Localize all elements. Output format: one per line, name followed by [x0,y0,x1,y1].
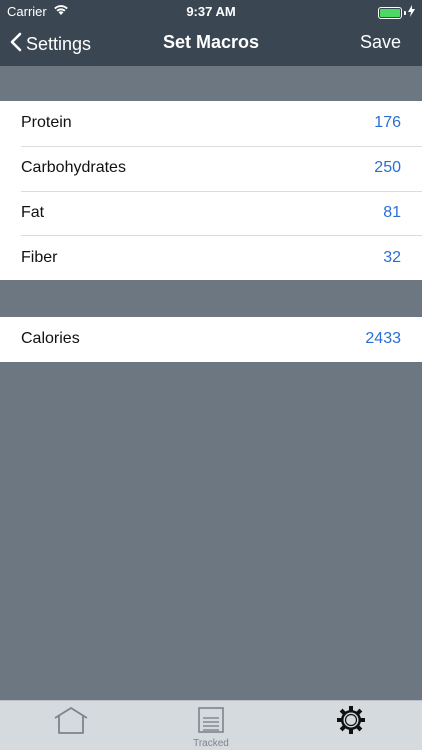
macro-row-protein[interactable]: Protein 176 [0,101,422,146]
macro-label: Fat [21,203,45,221]
tab-home[interactable] [31,701,111,750]
macro-label: Protein [21,114,72,132]
calories-row[interactable]: Calories 2433 [0,317,422,362]
battery-icon [378,6,402,19]
charging-icon [408,5,415,20]
calories-label: Calories [21,330,80,348]
tab-bar: Tracked [0,700,422,750]
status-bar: Carrier 9:37 AM [0,0,422,22]
tab-settings[interactable] [311,701,391,750]
tab-tracked[interactable]: Tracked [171,701,251,750]
macro-value[interactable]: 250 [374,159,401,177]
battery-fill [380,8,400,17]
save-button[interactable]: Save [360,32,401,53]
macro-row-carbohydrates[interactable]: Carbohydrates 250 [0,145,422,191]
macro-label: Fiber [21,248,58,266]
macro-value[interactable]: 81 [383,204,401,222]
tab-tracked-label: Tracked [193,738,229,749]
navigation-bar: Settings Set Macros Save [0,22,422,66]
calories-value[interactable]: 2433 [365,330,401,348]
page-title: Set Macros [162,32,260,52]
macro-value[interactable]: 176 [374,114,401,132]
calories-group: Calories 2433 [0,317,422,362]
macro-row-fiber[interactable]: Fiber 32 [0,235,422,280]
status-time: 9:37 AM [186,4,236,19]
macro-label: Carbohydrates [21,159,126,177]
macro-value[interactable]: 32 [383,249,401,267]
macros-group: Protein 176 Carbohydrates 250 Fat 81 Fib… [0,101,422,280]
macro-row-fat[interactable]: Fat 81 [0,190,422,236]
header: Carrier 9:37 AM Settings Set Macros Save [0,0,422,66]
battery-indicator [378,5,415,20]
battery-cap [404,10,406,15]
